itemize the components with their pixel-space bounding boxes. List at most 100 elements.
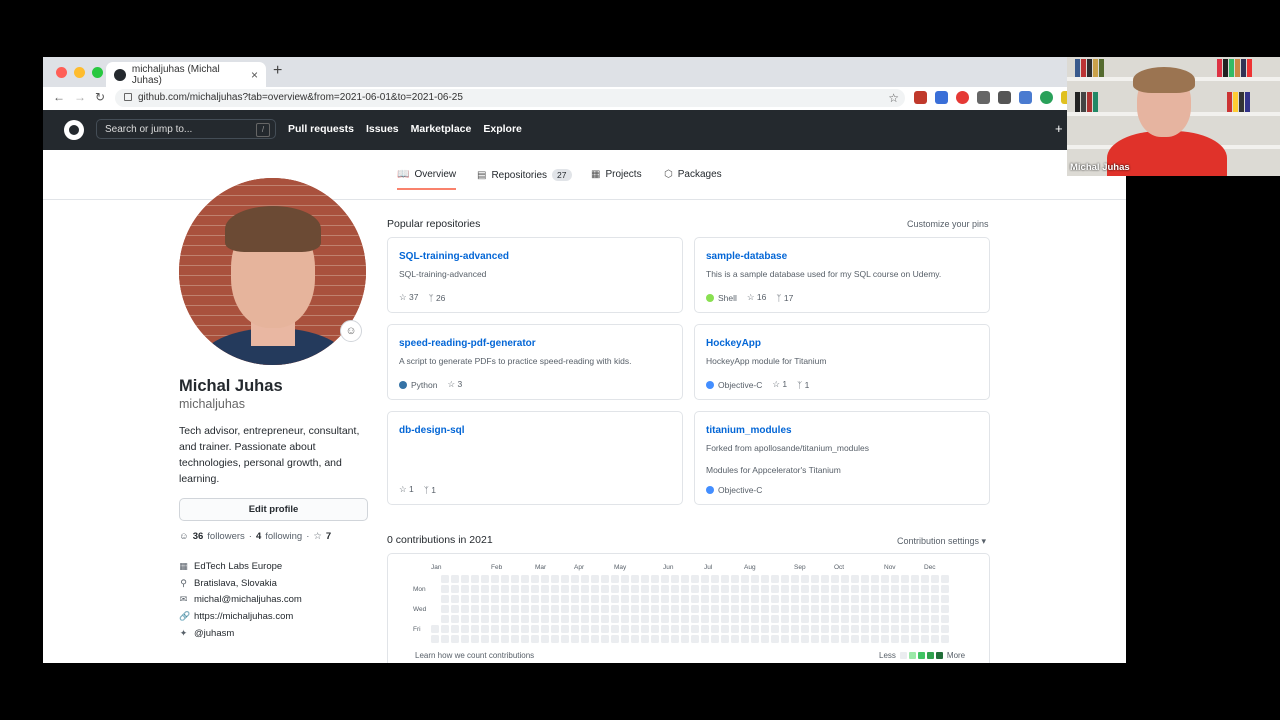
forward-arrow-icon[interactable]: → bbox=[74, 90, 86, 104]
contribution-day-cell[interactable] bbox=[451, 585, 459, 593]
contribution-day-cell[interactable] bbox=[461, 625, 469, 633]
contribution-day-cell[interactable] bbox=[801, 595, 809, 603]
contribution-day-cell[interactable] bbox=[631, 595, 639, 603]
contribution-day-cell[interactable] bbox=[791, 625, 799, 633]
contribution-day-cell[interactable] bbox=[481, 615, 489, 623]
contribution-day-cell[interactable] bbox=[571, 605, 579, 613]
contribution-day-cell[interactable] bbox=[741, 595, 749, 603]
contribution-day-cell[interactable] bbox=[491, 605, 499, 613]
contribution-day-cell[interactable] bbox=[521, 635, 529, 643]
adblock-icon[interactable] bbox=[956, 91, 969, 104]
contribution-day-cell[interactable] bbox=[511, 575, 519, 583]
contribution-day-cell[interactable] bbox=[911, 575, 919, 583]
contribution-day-cell[interactable] bbox=[751, 635, 759, 643]
contribution-day-cell[interactable] bbox=[871, 595, 879, 603]
contribution-day-cell[interactable] bbox=[511, 635, 519, 643]
new-tab-button[interactable]: + bbox=[273, 62, 282, 80]
contribution-day-cell[interactable] bbox=[711, 625, 719, 633]
contribution-day-cell[interactable] bbox=[931, 585, 939, 593]
contribution-day-cell[interactable] bbox=[821, 595, 829, 603]
contribution-day-cell[interactable] bbox=[771, 635, 779, 643]
contribution-day-cell[interactable] bbox=[581, 585, 589, 593]
contribution-day-cell[interactable] bbox=[491, 585, 499, 593]
contribution-day-cell[interactable] bbox=[901, 585, 909, 593]
contribution-day-cell[interactable] bbox=[501, 635, 509, 643]
contribution-day-cell[interactable] bbox=[921, 615, 929, 623]
contribution-day-cell[interactable] bbox=[511, 605, 519, 613]
nav-issues[interactable]: Issues bbox=[366, 123, 399, 135]
reload-icon[interactable]: ↻ bbox=[95, 90, 105, 104]
contribution-day-cell[interactable] bbox=[521, 585, 529, 593]
contribution-day-cell[interactable] bbox=[551, 625, 559, 633]
contribution-day-cell[interactable] bbox=[851, 615, 859, 623]
contribution-day-cell[interactable] bbox=[471, 625, 479, 633]
repo-name-link[interactable]: sample-database bbox=[706, 251, 787, 262]
contribution-day-cell[interactable] bbox=[571, 635, 579, 643]
contribution-day-cell[interactable] bbox=[801, 575, 809, 583]
contribution-day-cell[interactable] bbox=[861, 625, 869, 633]
contribution-day-cell[interactable] bbox=[811, 585, 819, 593]
contribution-day-cell[interactable] bbox=[671, 615, 679, 623]
contribution-day-cell[interactable] bbox=[591, 635, 599, 643]
contribution-day-cell[interactable] bbox=[541, 635, 549, 643]
contribution-day-cell[interactable] bbox=[791, 595, 799, 603]
contribution-day-cell[interactable] bbox=[621, 615, 629, 623]
contribution-day-cell[interactable] bbox=[751, 585, 759, 593]
contribution-day-cell[interactable] bbox=[651, 625, 659, 633]
contribution-day-cell[interactable] bbox=[601, 595, 609, 603]
contribution-day-cell[interactable] bbox=[851, 595, 859, 603]
contribution-day-cell[interactable] bbox=[731, 625, 739, 633]
contribution-day-cell[interactable] bbox=[881, 625, 889, 633]
contribution-day-cell[interactable] bbox=[801, 635, 809, 643]
contribution-day-cell[interactable] bbox=[751, 575, 759, 583]
contribution-day-cell[interactable] bbox=[761, 625, 769, 633]
contribution-day-cell[interactable] bbox=[861, 595, 869, 603]
repo-stars[interactable]: ☆ 16 bbox=[747, 292, 766, 303]
contribution-day-cell[interactable] bbox=[861, 585, 869, 593]
contribution-day-cell[interactable] bbox=[781, 605, 789, 613]
contribution-day-cell[interactable] bbox=[821, 585, 829, 593]
contribution-day-cell[interactable] bbox=[501, 575, 509, 583]
contribution-day-cell[interactable] bbox=[701, 585, 709, 593]
contribution-day-cell[interactable] bbox=[801, 625, 809, 633]
contribution-day-cell[interactable] bbox=[621, 635, 629, 643]
contribution-day-cell[interactable] bbox=[941, 635, 949, 643]
contribution-day-cell[interactable] bbox=[491, 635, 499, 643]
contribution-day-cell[interactable] bbox=[461, 615, 469, 623]
twitter-link[interactable]: @juhasm bbox=[194, 628, 234, 639]
contribution-day-cell[interactable] bbox=[641, 595, 649, 603]
extension-icon[interactable] bbox=[998, 91, 1011, 104]
contribution-day-cell[interactable] bbox=[431, 625, 439, 633]
contribution-day-cell[interactable] bbox=[881, 595, 889, 603]
contribution-day-cell[interactable] bbox=[511, 595, 519, 603]
contribution-day-cell[interactable] bbox=[611, 635, 619, 643]
contribution-day-cell[interactable] bbox=[801, 615, 809, 623]
contribution-day-cell[interactable] bbox=[621, 625, 629, 633]
contribution-day-cell[interactable] bbox=[771, 595, 779, 603]
contribution-day-cell[interactable] bbox=[591, 595, 599, 603]
contribution-day-cell[interactable] bbox=[461, 635, 469, 643]
contribution-day-cell[interactable] bbox=[771, 575, 779, 583]
contribution-day-cell[interactable] bbox=[731, 605, 739, 613]
contribution-day-cell[interactable] bbox=[671, 625, 679, 633]
contribution-day-cell[interactable] bbox=[801, 585, 809, 593]
contribution-day-cell[interactable] bbox=[631, 625, 639, 633]
following-count[interactable]: 4 bbox=[256, 531, 261, 542]
contribution-day-cell[interactable] bbox=[591, 625, 599, 633]
contribution-day-cell[interactable] bbox=[691, 635, 699, 643]
contribution-day-cell[interactable] bbox=[611, 585, 619, 593]
contribution-day-cell[interactable] bbox=[481, 585, 489, 593]
contribution-day-cell[interactable] bbox=[451, 615, 459, 623]
contribution-day-cell[interactable] bbox=[711, 585, 719, 593]
contribution-day-cell[interactable] bbox=[671, 585, 679, 593]
contribution-day-cell[interactable] bbox=[691, 625, 699, 633]
contribution-day-cell[interactable] bbox=[561, 585, 569, 593]
contribution-day-cell[interactable] bbox=[651, 605, 659, 613]
contribution-day-cell[interactable] bbox=[841, 595, 849, 603]
contribution-day-cell[interactable] bbox=[601, 585, 609, 593]
contribution-day-cell[interactable] bbox=[521, 615, 529, 623]
contribution-day-cell[interactable] bbox=[561, 575, 569, 583]
contribution-day-cell[interactable] bbox=[631, 615, 639, 623]
contribution-day-cell[interactable] bbox=[891, 595, 899, 603]
contribution-day-cell[interactable] bbox=[711, 615, 719, 623]
